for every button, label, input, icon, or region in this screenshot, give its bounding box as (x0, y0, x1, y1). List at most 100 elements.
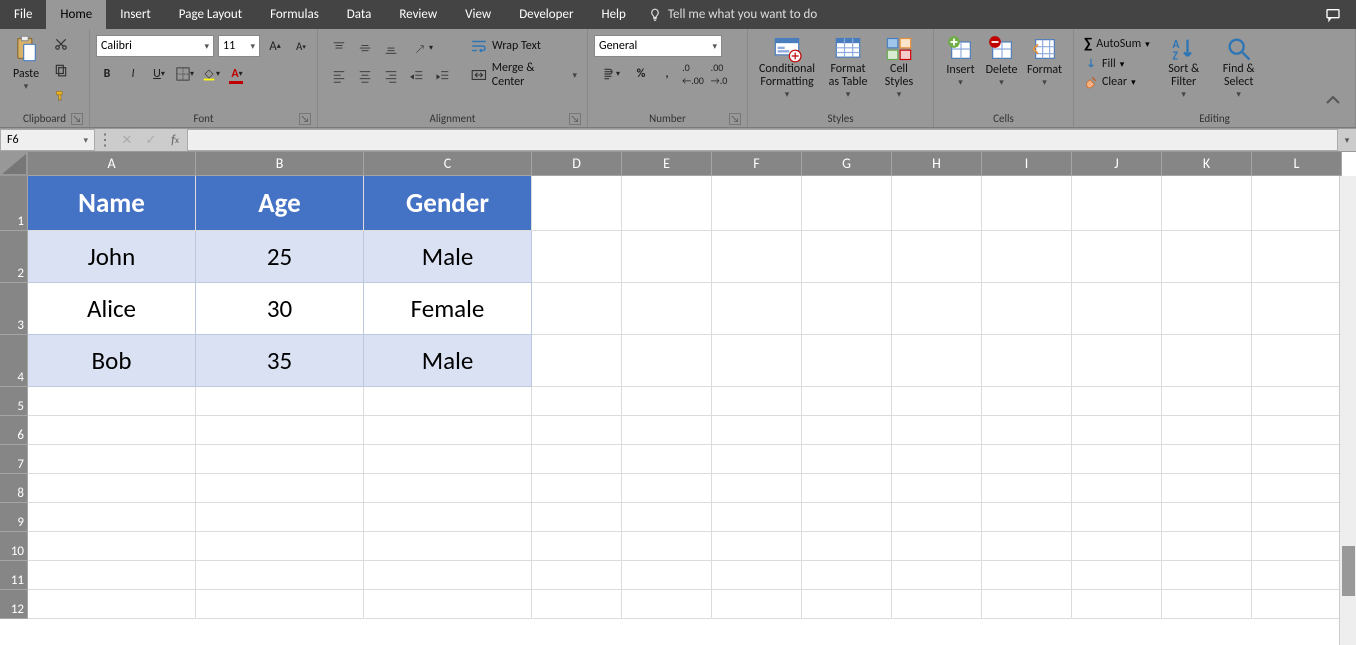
font-dialog-launcher[interactable]: ↘ (299, 113, 311, 125)
cell-G5[interactable] (802, 387, 892, 416)
cell-B1[interactable]: Age (196, 176, 364, 231)
autosum-button[interactable]: ∑AutoSum▾ (1084, 35, 1150, 53)
cell-C12[interactable] (364, 590, 532, 619)
cell-A5[interactable] (28, 387, 196, 416)
cell-G9[interactable] (802, 503, 892, 532)
cell-A12[interactable] (28, 590, 196, 619)
row-header-5[interactable]: 5 (0, 387, 28, 416)
cell-L12[interactable] (1252, 590, 1342, 619)
delete-cells-button[interactable]: Delete▾ (981, 33, 1022, 90)
cell-K6[interactable] (1162, 416, 1252, 445)
cell-A10[interactable] (28, 532, 196, 561)
row-header-4[interactable]: 4 (0, 335, 28, 387)
cell-E2[interactable] (622, 231, 712, 283)
cell-K1[interactable] (1162, 176, 1252, 231)
decrease-decimal-button[interactable]: .00→.0 (708, 63, 730, 85)
cell-F8[interactable] (712, 474, 802, 503)
cell-D6[interactable] (532, 416, 622, 445)
cell-J11[interactable] (1072, 561, 1162, 590)
cell-B4[interactable]: 35 (196, 335, 364, 387)
increase-decimal-button[interactable]: .0←.00 (682, 63, 704, 85)
cell-B10[interactable] (196, 532, 364, 561)
cell-K7[interactable] (1162, 445, 1252, 474)
cell-C6[interactable] (364, 416, 532, 445)
cell-J4[interactable] (1072, 335, 1162, 387)
cell-J7[interactable] (1072, 445, 1162, 474)
cell-A2[interactable]: John (28, 231, 196, 283)
font-size-combo[interactable]: 11▾ (218, 35, 260, 57)
row-header-10[interactable]: 10 (0, 532, 28, 561)
cell-F12[interactable] (712, 590, 802, 619)
cell-G10[interactable] (802, 532, 892, 561)
orientation-button[interactable]: ▾ (406, 37, 440, 59)
menu-tab-view[interactable]: View (451, 0, 505, 29)
align-bottom-button[interactable] (380, 37, 402, 59)
cell-C2[interactable]: Male (364, 231, 532, 283)
sort-filter-button[interactable]: AZ Sort & Filter▾ (1160, 33, 1208, 102)
name-box[interactable]: F6▾ (0, 129, 95, 151)
cell-B2[interactable]: 25 (196, 231, 364, 283)
cell-C11[interactable] (364, 561, 532, 590)
number-format-combo[interactable]: General▾ (594, 35, 722, 57)
cell-C8[interactable] (364, 474, 532, 503)
cell-E10[interactable] (622, 532, 712, 561)
row-header-2[interactable]: 2 (0, 231, 28, 283)
cell-C1[interactable]: Gender (364, 176, 532, 231)
cell-C10[interactable] (364, 532, 532, 561)
merge-center-button[interactable]: Merge & Center ▾ (470, 61, 577, 89)
cell-B3[interactable]: 30 (196, 283, 364, 335)
cut-button[interactable] (50, 33, 72, 55)
cell-C7[interactable] (364, 445, 532, 474)
paste-dropdown-icon[interactable]: ▾ (24, 81, 29, 92)
cell-F5[interactable] (712, 387, 802, 416)
row-header-6[interactable]: 6 (0, 416, 28, 445)
cell-L3[interactable] (1252, 283, 1342, 335)
cell-D3[interactable] (532, 283, 622, 335)
clear-button[interactable]: Clear▾ (1084, 75, 1150, 89)
cell-E9[interactable] (622, 503, 712, 532)
increase-font-button[interactable]: A▴ (264, 35, 286, 57)
cell-L5[interactable] (1252, 387, 1342, 416)
cell-J12[interactable] (1072, 590, 1162, 619)
cell-F2[interactable] (712, 231, 802, 283)
menu-tab-help[interactable]: Help (587, 0, 639, 29)
cell-K5[interactable] (1162, 387, 1252, 416)
cell-F1[interactable] (712, 176, 802, 231)
cell-C9[interactable] (364, 503, 532, 532)
cell-J3[interactable] (1072, 283, 1162, 335)
cell-H6[interactable] (892, 416, 982, 445)
alignment-dialog-launcher[interactable]: ↘ (569, 113, 581, 125)
cell-G4[interactable] (802, 335, 892, 387)
cell-K10[interactable] (1162, 532, 1252, 561)
fill-color-button[interactable]: ▾ (200, 63, 222, 85)
cell-J6[interactable] (1072, 416, 1162, 445)
cell-E3[interactable] (622, 283, 712, 335)
align-center-button[interactable] (354, 65, 376, 87)
cell-L1[interactable] (1252, 176, 1342, 231)
cell-A1[interactable]: Name (28, 176, 196, 231)
cell-J5[interactable] (1072, 387, 1162, 416)
cell-K8[interactable] (1162, 474, 1252, 503)
menu-tab-formulas[interactable]: Formulas (256, 0, 333, 29)
cell-I2[interactable] (982, 231, 1072, 283)
cell-G2[interactable] (802, 231, 892, 283)
insert-cells-button[interactable]: Insert▾ (940, 33, 981, 90)
cell-I1[interactable] (982, 176, 1072, 231)
cell-E8[interactable] (622, 474, 712, 503)
cell-I6[interactable] (982, 416, 1072, 445)
formula-input[interactable] (187, 129, 1338, 151)
column-header-D[interactable]: D (532, 152, 622, 176)
row-header-8[interactable]: 8 (0, 474, 28, 503)
cell-F7[interactable] (712, 445, 802, 474)
name-box-grip[interactable]: ⋮ (95, 129, 115, 151)
cell-J9[interactable] (1072, 503, 1162, 532)
cell-J2[interactable] (1072, 231, 1162, 283)
align-left-button[interactable] (328, 65, 350, 87)
comma-button[interactable]: , (656, 63, 678, 85)
cell-A9[interactable] (28, 503, 196, 532)
font-name-combo[interactable]: Calibri▾ (96, 35, 214, 57)
cell-I3[interactable] (982, 283, 1072, 335)
cell-H1[interactable] (892, 176, 982, 231)
cell-F4[interactable] (712, 335, 802, 387)
cell-K4[interactable] (1162, 335, 1252, 387)
